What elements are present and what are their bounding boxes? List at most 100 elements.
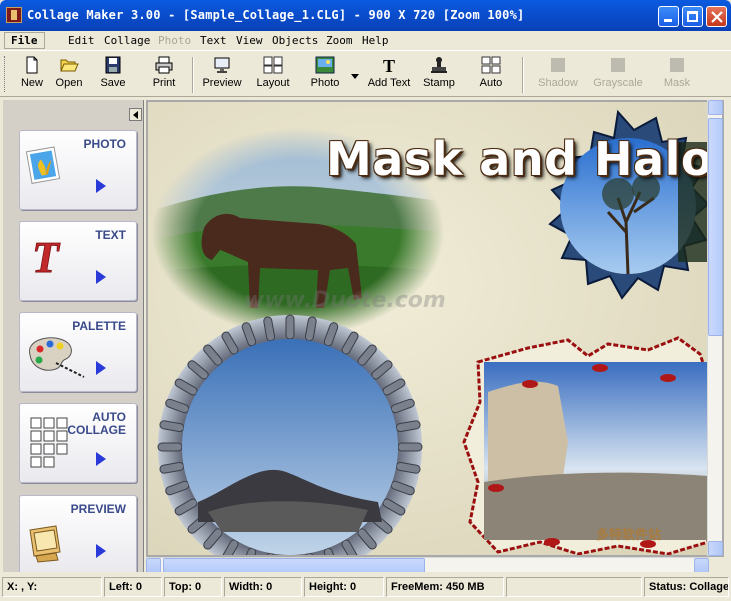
new-button[interactable]: New	[14, 56, 50, 94]
panel-text-button[interactable]: T TEXT	[19, 221, 137, 301]
vertical-scrollbar[interactable]	[707, 100, 723, 556]
shadow-icon	[551, 58, 565, 72]
stamp-icon	[431, 57, 447, 73]
panel-palette-label: PALETTE	[72, 319, 126, 333]
arrow-right-icon	[96, 270, 106, 284]
gear-tooth	[397, 442, 423, 452]
panel-photo-button[interactable]: PHOTO	[19, 130, 137, 210]
auto-button[interactable]: Auto	[472, 56, 510, 94]
print-button[interactable]: Print	[146, 56, 182, 94]
app-icon[interactable]	[6, 7, 22, 23]
new-document-icon	[26, 56, 38, 74]
arrow-right-icon	[96, 179, 106, 193]
gear-tooth	[157, 442, 183, 452]
add-text-button[interactable]: T Add Text	[364, 56, 414, 94]
collage-title-text[interactable]: Mask and Halo	[326, 132, 708, 186]
menu-collage[interactable]: Collage	[104, 34, 150, 47]
status-empty	[506, 577, 642, 597]
status-top: Top: 0	[164, 577, 222, 597]
title-bar: Collage Maker 3.00 - [Sample_Collage_1.C…	[0, 0, 731, 31]
scroll-right-button[interactable]	[694, 558, 709, 572]
menu-view[interactable]: View	[236, 34, 263, 47]
toolbar-grip[interactable]	[4, 56, 7, 92]
window-title: Collage Maker 3.00 - [Sample_Collage_1.C…	[27, 8, 525, 22]
status-freemem: FreeMem: 450 MB	[386, 577, 504, 597]
mask-label: Mask	[663, 77, 691, 89]
side-panel: PHOTO T TEXT PALETTE AUTO COLLAGE PREVIE…	[3, 100, 144, 572]
menu-bar: File Edit Collage Photo Text View Object…	[0, 31, 731, 50]
photo-dropdown-button[interactable]	[350, 56, 360, 94]
toolbar-separator	[522, 57, 524, 93]
photo-icon	[315, 56, 335, 74]
minimize-button[interactable]	[658, 6, 679, 27]
panel-auto-collage-label: AUTO COLLAGE	[67, 411, 126, 437]
horizontal-scrollbar[interactable]	[146, 557, 709, 572]
menu-photo[interactable]: Photo	[158, 34, 191, 47]
menu-objects[interactable]: Objects	[272, 34, 318, 47]
vertical-scroll-thumb[interactable]	[708, 118, 723, 336]
auto-label: Auto	[479, 77, 503, 89]
stamp-button[interactable]: Stamp	[420, 56, 458, 94]
svg-text:T: T	[383, 56, 395, 74]
open-button[interactable]: Open	[50, 56, 88, 94]
text-t-icon: T	[383, 56, 395, 74]
menu-file[interactable]: File	[4, 32, 45, 49]
print-label: Print	[152, 77, 176, 89]
menu-zoom[interactable]: Zoom	[326, 34, 353, 47]
auto-grid-icon	[481, 56, 501, 74]
minimize-icon	[664, 19, 672, 22]
save-button[interactable]: Save	[94, 56, 132, 94]
close-icon	[711, 11, 723, 23]
close-button[interactable]	[706, 6, 727, 27]
collage-canvas[interactable]: Mask and Halo www.Duote.com 多特软件站	[148, 102, 708, 555]
status-message: Status: Collage	[644, 577, 729, 597]
status-height: Height: 0	[304, 577, 384, 597]
new-label: New	[20, 77, 43, 89]
svg-text:T: T	[32, 234, 61, 278]
scroll-up-button[interactable]	[708, 100, 723, 115]
status-left: Left: 0	[104, 577, 162, 597]
text-panel-icon: T	[32, 234, 62, 278]
panel-palette-button[interactable]: PALETTE	[19, 312, 137, 392]
preview-button[interactable]: Preview	[200, 56, 244, 94]
panel-photo-label: PHOTO	[83, 137, 126, 151]
floppy-disk-icon	[105, 56, 121, 74]
shadow-button[interactable]: Shadow	[534, 56, 582, 94]
collapse-panel-button[interactable]	[129, 108, 142, 121]
mask-button[interactable]: Mask	[660, 56, 694, 94]
grayscale-label: Grayscale	[593, 77, 643, 89]
menu-text[interactable]: Text	[200, 34, 227, 47]
canvas-area: Mask and Halo www.Duote.com 多特软件站	[146, 100, 724, 572]
gear-tooth	[285, 314, 295, 340]
status-width: Width: 0	[224, 577, 302, 597]
grayscale-button[interactable]: Grayscale	[590, 56, 646, 94]
add-text-label: Add Text	[367, 77, 411, 89]
open-label: Open	[55, 77, 83, 89]
toolbar-separator	[192, 57, 194, 93]
panel-text-label: TEXT	[95, 228, 126, 242]
monitor-icon	[214, 57, 230, 73]
preview-monitor-icon	[29, 525, 61, 563]
scroll-corner	[709, 557, 724, 572]
layout-label: Layout	[256, 77, 290, 89]
scroll-down-button[interactable]	[708, 541, 723, 556]
stamp-label: Stamp	[423, 77, 455, 89]
palette-icon	[29, 337, 85, 378]
panel-auto-collage-button[interactable]: AUTO COLLAGE	[19, 403, 137, 483]
status-bar: X: , Y: Left: 0 Top: 0 Width: 0 Height: …	[0, 574, 731, 601]
photo-button[interactable]: Photo	[306, 56, 344, 94]
mask-icon	[670, 58, 684, 72]
auto-collage-icon	[30, 417, 68, 468]
maximize-button[interactable]	[682, 6, 703, 27]
printer-icon	[155, 56, 173, 74]
horizontal-scroll-thumb[interactable]	[163, 558, 425, 572]
grayscale-icon	[611, 58, 625, 72]
layout-button[interactable]: Layout	[252, 56, 294, 94]
menu-help[interactable]: Help	[362, 34, 389, 47]
scroll-left-button[interactable]	[146, 558, 161, 572]
arrow-right-icon	[96, 544, 106, 558]
auto-collage-label-line2: COLLAGE	[67, 423, 126, 437]
panel-preview-button[interactable]: PREVIEW	[19, 495, 137, 572]
menu-edit[interactable]: Edit	[68, 34, 95, 47]
photo-label: Photo	[310, 77, 340, 89]
